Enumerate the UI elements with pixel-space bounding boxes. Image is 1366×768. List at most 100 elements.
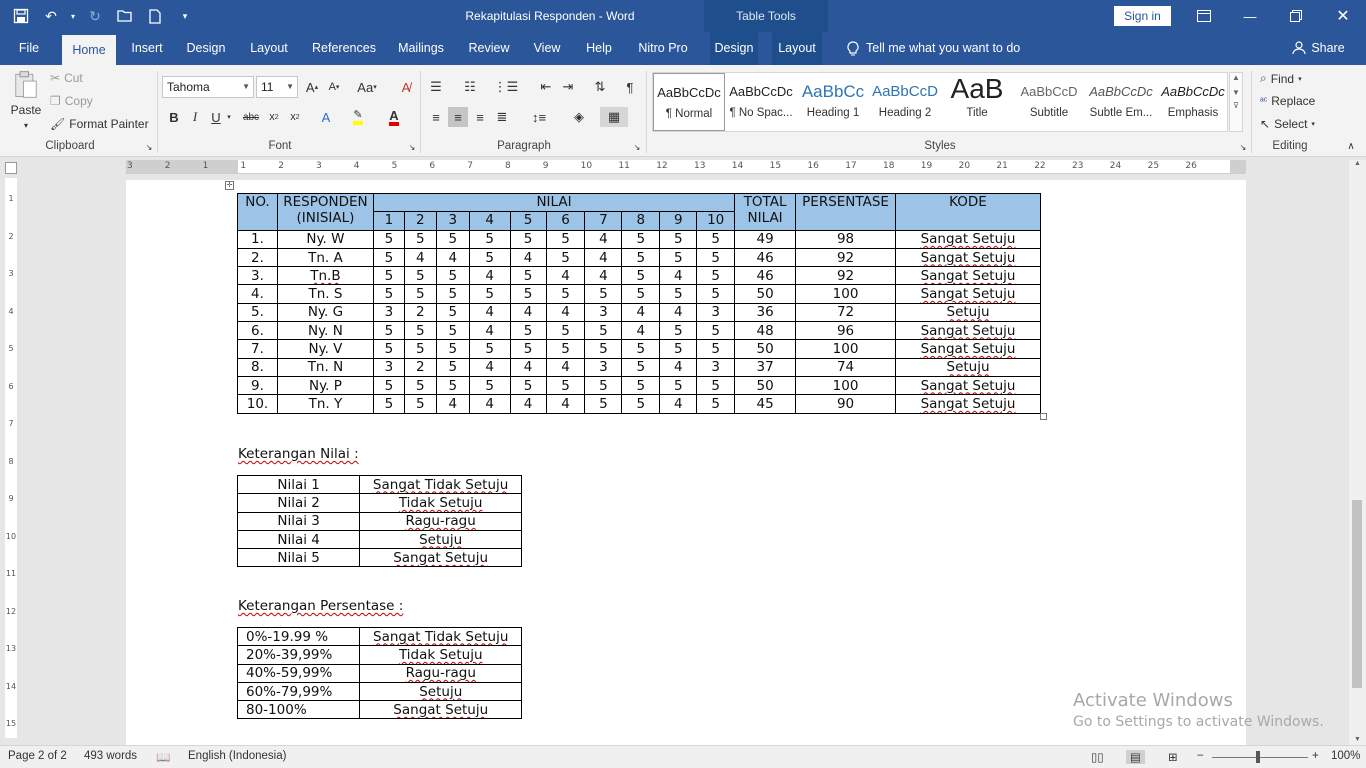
nilai-cell[interactable]: 5 (696, 321, 736, 341)
nilai-cell[interactable]: 4 (545, 266, 586, 286)
header-nilai-col[interactable]: 1 (372, 211, 405, 231)
change-case-icon[interactable]: Aa ▾ (352, 77, 382, 97)
nilai-cell[interactable]: 5 (584, 284, 623, 304)
nilai-cell[interactable]: 5 (403, 321, 437, 341)
nilai-cell[interactable]: 5 (435, 229, 470, 249)
nilai-cell[interactable]: 5 (468, 229, 511, 249)
legend-value-cell[interactable]: Sangat Tidak Setuju (359, 626, 522, 647)
chevron-up-icon[interactable]: ▲ (1230, 73, 1242, 82)
nilai-cell[interactable]: 4 (435, 247, 470, 268)
zoom-out-icon[interactable]: − (1197, 750, 1204, 762)
row-number[interactable]: 2. (237, 247, 278, 268)
respondent-initial[interactable]: Ny. G (276, 302, 374, 323)
tell-me-search[interactable]: Tell me what you want to do (866, 32, 1026, 65)
nilai-cell[interactable]: 5 (468, 284, 511, 304)
percentage-cell[interactable]: 98 (795, 229, 897, 249)
kode-cell[interactable]: Setuju (895, 357, 1041, 377)
row-number[interactable]: 5. (237, 302, 278, 323)
respondent-initial[interactable]: Ny. W (276, 229, 374, 249)
nilai-cell[interactable]: 5 (621, 375, 661, 396)
nilai-cell[interactable]: 5 (372, 394, 405, 414)
web-layout-icon[interactable]: ⊞ (1168, 750, 1178, 764)
word-count[interactable]: 493 words (84, 750, 137, 762)
nilai-cell[interactable]: 5 (621, 284, 661, 304)
total-cell[interactable]: 36 (734, 302, 797, 323)
zoom-slider-thumb[interactable] (1256, 751, 1260, 763)
decrease-indent-icon[interactable]: ⇤ (536, 77, 556, 97)
style-normal[interactable]: AaBbCcDc ¶ Normal (653, 73, 725, 131)
legend-key-cell[interactable]: 40%-59,99% (236, 663, 361, 683)
restore-icon[interactable] (1273, 0, 1319, 32)
table-resize-handle[interactable] (1040, 413, 1047, 420)
header-nilai-col[interactable]: 10 (696, 211, 736, 231)
kode-cell[interactable]: Sangat Setuju (895, 321, 1041, 341)
nilai-cell[interactable]: 3 (372, 302, 405, 323)
nilai-cell[interactable]: 4 (468, 357, 511, 377)
legend-key-cell[interactable]: Nilai 4 (236, 529, 361, 550)
tab-references[interactable]: References (306, 32, 382, 65)
nilai-cell[interactable]: 5 (435, 266, 470, 286)
show-hide-marks-icon[interactable]: ¶ (620, 77, 640, 97)
page-count[interactable]: Page 2 of 2 (8, 750, 67, 762)
legend-key-cell[interactable]: Nilai 3 (236, 511, 361, 531)
nilai-cell[interactable]: 5 (584, 339, 623, 359)
align-center-icon[interactable]: ≡ (448, 107, 468, 127)
select-button[interactable]: ↖ Select ▾ (1260, 117, 1315, 131)
close-icon[interactable]: ✕ (1320, 0, 1366, 32)
highlight-icon[interactable]: ✎ (348, 107, 368, 127)
nilai-cell[interactable]: 2 (403, 357, 437, 377)
nilai-cell[interactable]: 5 (621, 339, 661, 359)
underline-icon[interactable]: U (206, 107, 226, 127)
align-left-icon[interactable]: ≡ (426, 107, 446, 127)
total-cell[interactable]: 49 (734, 229, 797, 249)
nilai-cell[interactable]: 5 (584, 394, 623, 414)
nilai-cell[interactable]: 5 (696, 229, 736, 249)
styles-launcher-icon[interactable]: ↘ (1237, 141, 1249, 153)
legend-value-cell[interactable]: Sangat Setuju (359, 548, 522, 568)
tab-insert[interactable]: Insert (124, 32, 170, 65)
minimize-icon[interactable]: — (1227, 0, 1273, 32)
percentage-cell[interactable]: 96 (795, 321, 897, 341)
legend-value-cell[interactable]: Sangat Setuju (359, 700, 522, 720)
nilai-cell[interactable]: 5 (403, 375, 437, 396)
respondent-initial[interactable]: Ny. V (276, 339, 374, 359)
new-document-icon[interactable] (142, 3, 168, 29)
percentage-cell[interactable]: 92 (795, 247, 897, 268)
nilai-cell[interactable]: 5 (372, 266, 405, 286)
nilai-cell[interactable]: 5 (468, 247, 511, 268)
kode-cell[interactable]: Sangat Setuju (895, 266, 1041, 286)
shrink-font-icon[interactable]: A ▾ (324, 77, 344, 97)
nilai-cell[interactable]: 5 (545, 229, 586, 249)
nilai-cell[interactable]: 5 (435, 339, 470, 359)
proofing-icon[interactable]: 📖 (156, 750, 170, 764)
font-size-combo[interactable]: 11 ▼ (256, 76, 298, 98)
nilai-cell[interactable]: 5 (696, 339, 736, 359)
nilai-cell[interactable]: 5 (659, 284, 698, 304)
nilai-cell[interactable]: 5 (468, 339, 511, 359)
respondent-initial[interactable]: Tn. N (276, 357, 374, 377)
legend-key-cell[interactable]: 60%-79,99% (236, 681, 361, 702)
language-indicator[interactable]: English (Indonesia) (188, 750, 286, 762)
keterangan-nilai-table[interactable]: Nilai 1 Sangat Tidak Setuju Nilai 2 Tidak S… (236, 474, 522, 568)
total-cell[interactable]: 50 (734, 284, 797, 304)
total-cell[interactable]: 50 (734, 375, 797, 396)
respondent-initial[interactable]: Tn. Y (276, 394, 374, 414)
percentage-cell[interactable]: 100 (795, 284, 897, 304)
tab-design[interactable]: Design (180, 32, 232, 65)
nilai-cell[interactable]: 5 (584, 375, 623, 396)
zoom-slider-track[interactable] (1212, 757, 1308, 758)
nilai-cell[interactable]: 4 (584, 266, 623, 286)
legend-value-cell[interactable]: Ragu-ragu (359, 663, 522, 683)
percentage-cell[interactable]: 90 (795, 394, 897, 414)
nilai-cell[interactable]: 5 (659, 247, 698, 268)
nilai-cell[interactable]: 4 (509, 357, 547, 377)
nilai-cell[interactable]: 4 (468, 321, 511, 341)
legend-value-cell[interactable]: Setuju (359, 529, 522, 550)
header-persentase[interactable]: PERSENTASE (795, 193, 897, 231)
row-number[interactable]: 9. (237, 375, 278, 396)
find-button[interactable]: ⌕ Find ▾ (1260, 71, 1302, 86)
font-launcher-icon[interactable]: ↘ (406, 141, 418, 153)
nilai-cell[interactable]: 3 (372, 357, 405, 377)
nilai-cell[interactable]: 4 (659, 266, 698, 286)
nilai-cell[interactable]: 5 (509, 284, 547, 304)
